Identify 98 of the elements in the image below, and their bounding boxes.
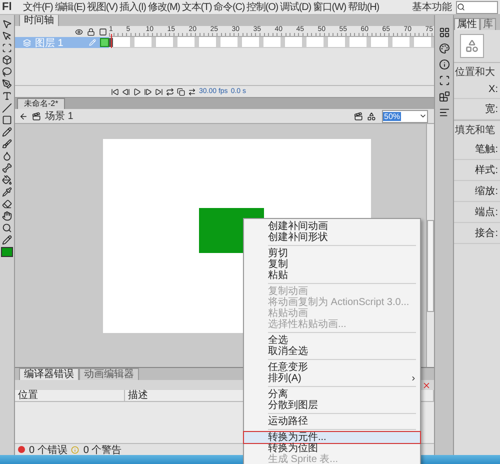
menu-item[interactable]: 修改(M) — [146, 0, 181, 14]
menu-item[interactable]: 分散到图层 — [244, 400, 420, 411]
menu-item[interactable]: 文本(T) — [180, 0, 213, 14]
onion-skin-icon[interactable] — [177, 88, 185, 96]
menu-item[interactable]: 视图(V) — [86, 0, 118, 14]
align-icon[interactable] — [438, 107, 450, 118]
menu-item[interactable]: 转换为元件... — [244, 432, 420, 443]
timeline-tab[interactable]: 时间轴 — [19, 15, 59, 26]
field-label: 端点: — [454, 202, 500, 223]
menu-item[interactable]: 创建补间动画 — [244, 221, 420, 232]
panel-tab[interactable]: 库 — [480, 18, 496, 30]
panel-tab[interactable]: 动画编辑器 — [79, 368, 139, 380]
menu-item[interactable]: 剪切 — [244, 248, 420, 259]
document-tab[interactable]: 未命名-2* — [17, 98, 66, 109]
workspace-switcher[interactable]: 基本功能 — [412, 0, 456, 14]
dropdown-icon — [419, 112, 427, 120]
droplet-icon[interactable] — [2, 151, 12, 161]
menu-item[interactable]: 命令(C) — [212, 0, 246, 14]
layer-color-icon — [100, 38, 109, 47]
last-frame-icon[interactable] — [155, 88, 163, 96]
back-icon[interactable] — [19, 112, 28, 120]
menu-item[interactable]: 插入(I) — [118, 0, 147, 14]
zoom-select[interactable]: 50% — [382, 110, 428, 122]
field-label: 笔触: — [454, 139, 500, 160]
field-label: 样式: — [454, 160, 500, 181]
cube-icon[interactable] — [2, 55, 12, 65]
shape-preview-icon — [460, 34, 484, 58]
menu-item[interactable]: 调试(D) — [279, 0, 312, 14]
error-icon — [18, 446, 25, 453]
fill-color-swatch[interactable] — [1, 247, 13, 257]
step-forward-icon[interactable] — [144, 88, 152, 96]
field-label: 接合: — [454, 223, 500, 244]
lasso-icon[interactable] — [2, 67, 12, 77]
app-logo: Fl — [2, 1, 13, 13]
menu-item[interactable]: 取消全选 — [244, 346, 420, 357]
scrollbar[interactable] — [426, 124, 434, 367]
panel-tab[interactable]: 编译器错误 — [19, 368, 79, 380]
brush-icon[interactable] — [2, 139, 12, 149]
menu-item[interactable]: 粘贴 — [244, 270, 420, 281]
eraser-icon[interactable] — [2, 199, 12, 209]
grid-icon[interactable] — [438, 27, 450, 38]
lock-icon[interactable] — [87, 28, 95, 36]
stroke-color-icon[interactable] — [2, 235, 12, 245]
palette-icon[interactable] — [438, 43, 450, 54]
menu-item[interactable]: 文件(F) — [22, 0, 54, 14]
menu-item[interactable]: 编辑(E) — [54, 0, 86, 14]
section-title[interactable]: 位置和大 — [454, 62, 500, 81]
warning-icon — [71, 446, 80, 454]
search-icon[interactable] — [2, 223, 12, 233]
layer-icon — [23, 38, 31, 46]
line-icon[interactable] — [2, 103, 12, 113]
eye-icon[interactable] — [75, 28, 83, 36]
menu-item[interactable]: 帮助(H) — [347, 0, 380, 14]
edit-symbol-icon[interactable] — [367, 112, 376, 120]
menu-item[interactable]: 排列(A) — [244, 373, 420, 384]
edit-scene-icon[interactable] — [354, 112, 363, 120]
blocks-icon[interactable] — [438, 91, 450, 102]
outline-icon[interactable] — [99, 28, 107, 36]
menu-item[interactable]: 创建补间形状 — [244, 232, 420, 243]
section-title[interactable]: 填充和笔 — [454, 120, 500, 139]
search-icon — [457, 3, 465, 11]
transform-icon[interactable] — [438, 75, 450, 86]
menu-item[interactable]: 分离 — [244, 389, 420, 400]
search-field[interactable] — [456, 0, 498, 14]
menu-item[interactable]: 运动路径 — [244, 416, 420, 427]
field-label: 缩放: — [454, 181, 500, 202]
swap-icon[interactable] — [188, 88, 196, 96]
menu-item[interactable]: 转换为位图 — [244, 443, 420, 454]
hand-icon[interactable] — [2, 211, 12, 221]
play-icon[interactable] — [133, 88, 141, 96]
info-icon[interactable] — [438, 59, 450, 70]
scene-name: 场景 1 — [45, 110, 74, 123]
square-icon[interactable] — [2, 115, 12, 125]
panel-tab[interactable]: 属性 — [454, 18, 480, 30]
error-count: 0 个错误 — [29, 444, 68, 455]
loop-icon[interactable] — [166, 88, 174, 96]
warning-count: 0 个警告 — [83, 444, 122, 455]
pen-icon[interactable] — [2, 79, 12, 89]
pencil-icon — [89, 39, 96, 46]
subselect-icon[interactable] — [2, 31, 12, 41]
menu-item[interactable]: 复制 — [244, 259, 420, 270]
menu-item[interactable]: 任意变形 — [244, 362, 420, 373]
transform-icon[interactable] — [2, 43, 12, 53]
type-icon[interactable] — [2, 91, 12, 101]
step-back-icon[interactable] — [122, 88, 130, 96]
bone-icon[interactable] — [2, 163, 12, 173]
menu-item[interactable]: 全选 — [244, 335, 420, 346]
field-label: X: — [454, 81, 500, 99]
bucket-icon[interactable] — [2, 175, 12, 185]
pointer-icon[interactable] — [2, 19, 12, 29]
menu-item[interactable]: 窗口(W) — [312, 0, 348, 14]
first-frame-icon[interactable] — [111, 88, 119, 96]
field-label: 宽: — [454, 99, 500, 120]
eyedropper-icon[interactable] — [2, 187, 12, 197]
clapperboard-icon — [32, 112, 41, 120]
pencil-icon[interactable] — [2, 127, 12, 137]
menu-item[interactable]: 控制(O) — [246, 0, 280, 14]
close-icon[interactable] — [422, 380, 431, 390]
